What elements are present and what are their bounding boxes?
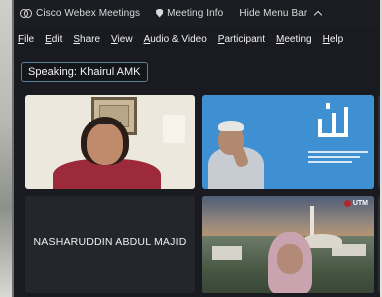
app-name: Cisco Webex Meetings	[36, 7, 141, 19]
video-tile-3[interactable]: NASHARUDDIN ABDUL MAJID	[25, 196, 195, 293]
meeting-info-button[interactable]: Meeting Info	[156, 8, 223, 19]
menu-file[interactable]: File	[18, 34, 34, 45]
menu-view[interactable]: View	[111, 34, 133, 45]
menu-edit[interactable]: Edit	[45, 34, 62, 45]
background-logo	[314, 103, 358, 143]
menu-share[interactable]: Share	[73, 34, 100, 45]
utm-text: UTM	[352, 200, 368, 207]
video-tile-5-partial[interactable]	[378, 95, 380, 189]
logo-caption	[308, 151, 368, 165]
hide-menu-bar-label: Hide Menu Bar	[239, 7, 308, 19]
video-tile-2[interactable]	[202, 95, 374, 189]
title-bar: Cisco Webex Meetings Meeting Info Hide M…	[14, 0, 380, 26]
active-speaker-badge: Speaking: Khairul AMK	[21, 62, 148, 82]
utm-emblem-icon	[343, 200, 351, 207]
participant-hair	[218, 121, 244, 131]
participant-face	[277, 244, 303, 274]
menu-help[interactable]: Help	[323, 34, 344, 45]
video-tile-6-partial[interactable]	[378, 196, 380, 293]
glasses	[89, 122, 121, 130]
app-title: Cisco Webex Meetings	[20, 8, 140, 19]
menu-participant[interactable]: Participant	[218, 34, 265, 45]
webex-window: Cisco Webex Meetings Meeting Info Hide M…	[12, 0, 380, 297]
shield-icon	[156, 8, 164, 18]
video-tile-4[interactable]: UTM	[202, 196, 374, 293]
hide-menu-bar-button[interactable]: Hide Menu Bar	[239, 7, 323, 19]
menu-bar: File Edit Share View Audio & Video Parti…	[14, 30, 380, 48]
menu-meeting[interactable]: Meeting	[276, 34, 312, 45]
lamp	[163, 115, 185, 143]
video-tile-1[interactable]	[25, 95, 195, 189]
participant-name: NASHARUDDIN ABDUL MAJID	[33, 236, 187, 248]
chevron-up-icon	[314, 10, 323, 19]
utm-logo: UTM	[343, 200, 368, 207]
menu-audio-video[interactable]: Audio & Video	[144, 34, 207, 45]
meeting-info-label: Meeting Info	[167, 7, 224, 19]
webex-logo-icon	[20, 9, 32, 18]
